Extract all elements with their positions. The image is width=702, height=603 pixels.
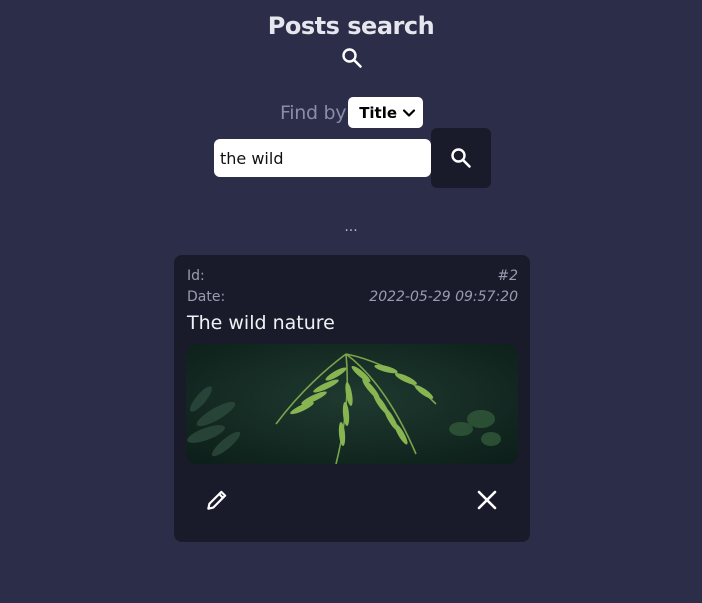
search-icon — [451, 148, 471, 168]
edit-button[interactable] — [201, 484, 233, 516]
chevron-down-icon — [403, 109, 416, 117]
loading-indicator: ... — [344, 219, 358, 235]
find-by-select[interactable]: Title — [348, 97, 424, 128]
delete-button[interactable] — [471, 484, 503, 516]
search-button[interactable] — [431, 128, 491, 188]
search-input[interactable] — [214, 139, 431, 177]
page-title: Posts search — [267, 12, 435, 40]
post-date-label: Date: — [187, 289, 226, 305]
post-date-value: 2022-05-29 09:57:20 — [369, 289, 518, 305]
find-by-selected-value: Title — [359, 103, 398, 122]
post-id-label: Id: — [187, 268, 205, 284]
post-date-row: Date: 2022-05-29 09:57:20 — [187, 289, 518, 305]
find-by-label: Find by — [280, 101, 347, 124]
post-id-value: #2 — [497, 268, 518, 284]
posts-search-page: Posts search Find by Title ... Id: #2 Da… — [0, 0, 702, 603]
post-title: The wild nature — [187, 312, 335, 334]
pencil-icon — [207, 490, 227, 510]
post-id-row: Id: #2 — [187, 268, 518, 284]
search-icon — [342, 48, 362, 68]
post-image — [186, 344, 518, 464]
fern-photo — [186, 344, 518, 464]
close-icon — [477, 490, 497, 510]
post-card: Id: #2 Date: 2022-05-29 09:57:20 The wil… — [174, 255, 530, 542]
find-by-row: Find by Title — [280, 97, 424, 128]
